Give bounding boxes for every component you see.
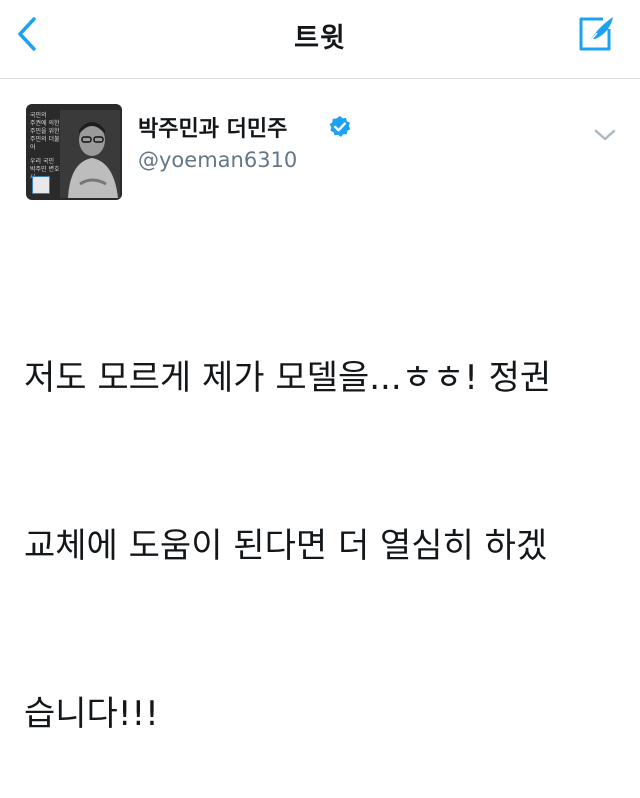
- tweet-header: 국민의 주권에 의한 주민을 위한 주민의 더불어 우리 국민 박주민 변호사 …: [0, 96, 640, 206]
- person-photo: [60, 110, 120, 198]
- chevron-down-icon: [594, 129, 616, 141]
- avatar[interactable]: 국민의 주권에 의한 주민을 위한 주민의 더불어 우리 국민 박주민 변호사: [26, 104, 122, 200]
- compose-quill-icon: [579, 17, 613, 51]
- tweet-text-line: 습니다!!!: [24, 694, 159, 734]
- compose-tweet-button[interactable]: [574, 12, 618, 56]
- username[interactable]: @yoeman6310: [138, 148, 297, 172]
- verified-badge-icon: [329, 116, 351, 137]
- avatar-logo: [32, 176, 50, 194]
- tweet-text-line: 교체에 도움이 된다면 더 열심히 하겠: [24, 526, 548, 566]
- tweet-menu-button[interactable]: [590, 124, 620, 146]
- top-navigation-bar: 트윗: [0, 0, 640, 79]
- avatar-caption: 국민의 주권에 의한 주민을 위한 주민의 더불어 우리 국민 박주민 변호사: [30, 112, 60, 181]
- tweet-text: 저도 모르게 제가 모델을...ㅎㅎ! 정권 교체에 도움이 된다면 더 열심히…: [24, 238, 624, 798]
- display-name[interactable]: 박주민과 더민주: [138, 111, 287, 143]
- page-title: 트윗: [294, 23, 346, 54]
- tweet-text-line: 저도 모르게 제가 모델을...ㅎㅎ! 정권: [24, 358, 552, 398]
